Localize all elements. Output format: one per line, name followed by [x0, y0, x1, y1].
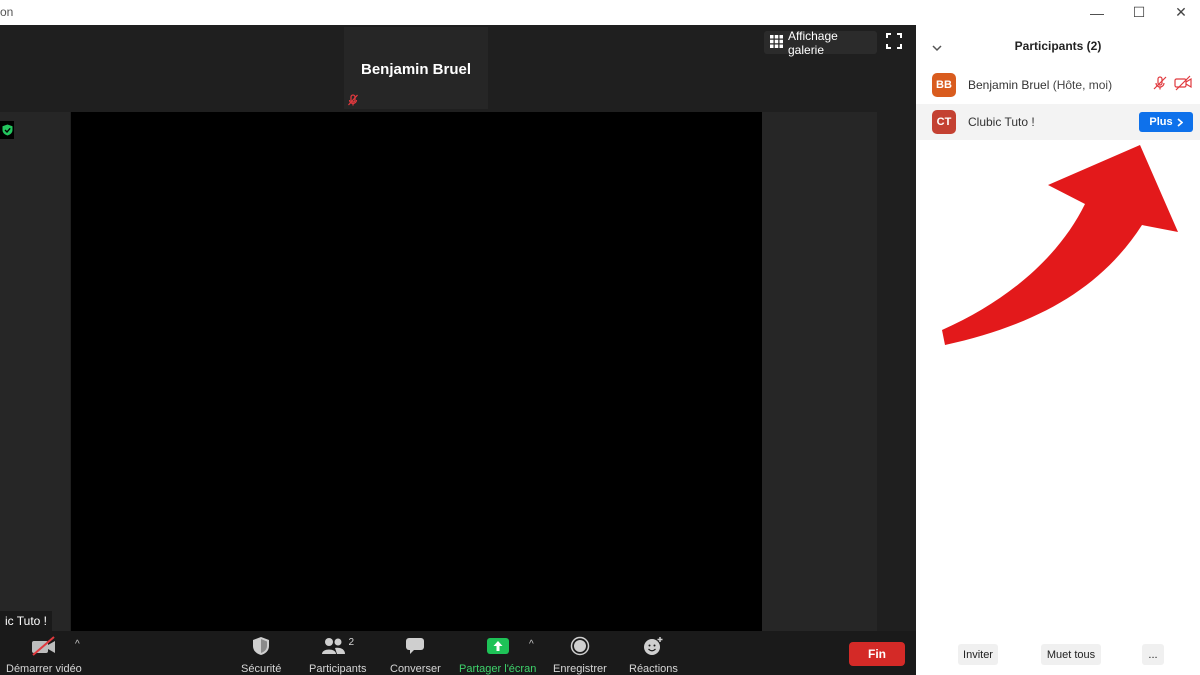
annotation-arrow-icon: [942, 145, 1178, 345]
reactions-button[interactable]: Réactions: [629, 635, 678, 675]
participant-name: Clubic Tuto !: [968, 115, 1035, 129]
avatar: CT: [932, 110, 956, 134]
reactions-label: Réactions: [629, 663, 678, 675]
participant-name-text: Clubic Tuto !: [968, 115, 1035, 129]
gallery-grid-icon: [770, 34, 783, 51]
window-title: on: [0, 5, 14, 19]
gallery-view-button[interactable]: Affichage galerie: [764, 28, 877, 57]
right-filler-panel: [762, 112, 877, 631]
more-options-button[interactable]: ...: [1142, 644, 1164, 665]
share-screen-label: Partager l'écran: [459, 663, 537, 675]
mic-muted-icon: [347, 93, 359, 111]
participants-count: 2: [348, 636, 355, 648]
start-video-label: Démarrer vidéo: [6, 663, 82, 675]
gallery-view-label: Affichage galerie: [788, 28, 838, 57]
security-button[interactable]: Sécurité: [241, 635, 281, 675]
participant-row[interactable]: BB Benjamin Bruel (Hôte, moi): [916, 67, 1200, 103]
left-filler-panel: [0, 112, 70, 631]
main-video[interactable]: [71, 112, 762, 631]
participant-name-text: Benjamin Bruel: [968, 78, 1050, 92]
meeting-toolbar: Démarrer vidéo ^ Sécurité 2 Participants…: [0, 631, 916, 675]
record-icon: [570, 635, 590, 657]
participant-name: Benjamin Bruel (Hôte, moi): [968, 78, 1112, 92]
video-off-icon: [1174, 75, 1192, 96]
share-screen-button[interactable]: Partager l'écran: [459, 635, 536, 675]
participants-icon: 2: [321, 635, 354, 657]
chat-icon: [405, 635, 425, 657]
chat-button[interactable]: Converser: [390, 635, 441, 675]
zoom-window: on — ☐ ✕ Benjamin Bruel Affichage galeri…: [0, 0, 1200, 675]
share-screen-icon: [486, 635, 509, 657]
title-bar: on — ☐ ✕: [0, 0, 1200, 25]
record-button[interactable]: Enregistrer: [553, 635, 607, 675]
close-button[interactable]: ✕: [1160, 0, 1200, 25]
chat-label: Converser: [390, 663, 441, 675]
mic-muted-icon: [1152, 75, 1168, 96]
record-label: Enregistrer: [553, 663, 607, 675]
mute-all-button[interactable]: Muet tous: [1041, 644, 1101, 665]
reactions-icon: [642, 635, 664, 657]
chevron-right-icon: [1177, 117, 1183, 127]
more-button-label: Plus: [1149, 116, 1173, 128]
participant-role: (Hôte, moi): [1052, 78, 1113, 92]
participants-button[interactable]: 2 Participants: [309, 635, 366, 675]
participant-status-icons: [1152, 75, 1192, 96]
security-label: Sécurité: [241, 663, 282, 675]
participant-more-button[interactable]: Plus: [1139, 112, 1193, 132]
maximize-button[interactable]: ☐: [1118, 0, 1160, 25]
shield-icon: [252, 635, 270, 657]
participant-name-label: ic Tuto !: [0, 611, 53, 631]
participant-row[interactable]: CT Clubic Tuto ! Plus: [916, 104, 1200, 140]
video-off-icon: [31, 635, 57, 657]
encryption-shield-icon: [0, 121, 14, 139]
end-meeting-button[interactable]: Fin: [849, 642, 905, 666]
participants-panel-title: Participants (2): [1014, 39, 1102, 53]
invite-button[interactable]: Inviter: [958, 644, 998, 665]
participants-label: Participants: [309, 663, 367, 675]
fullscreen-icon[interactable]: [886, 33, 906, 53]
minimize-button[interactable]: —: [1076, 0, 1118, 25]
share-options-caret[interactable]: ^: [529, 639, 534, 650]
start-video-button[interactable]: Démarrer vidéo: [6, 635, 82, 675]
active-speaker-tile[interactable]: Benjamin Bruel: [344, 27, 488, 109]
participants-panel-header: Participants (2): [916, 25, 1200, 65]
video-options-caret[interactable]: ^: [75, 639, 80, 650]
active-speaker-name: Benjamin Bruel: [360, 61, 472, 78]
avatar: BB: [932, 73, 956, 97]
meeting-area: Benjamin Bruel Affichage galerie ic Tuto…: [0, 25, 916, 631]
